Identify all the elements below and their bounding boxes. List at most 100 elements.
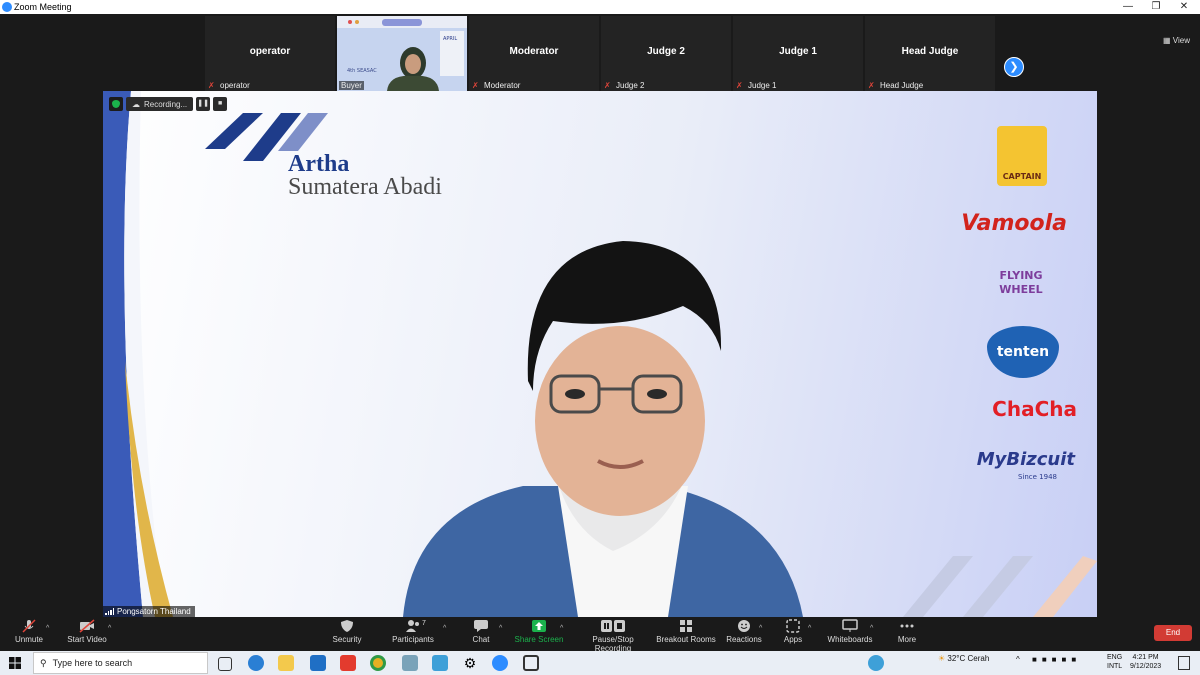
file-explorer-icon[interactable]: [278, 655, 294, 671]
participant-label: Judge 1: [748, 81, 777, 90]
recording-status: ☁ Recording...: [126, 97, 194, 111]
smiley-icon: [738, 620, 750, 632]
participant-label: operator: [220, 81, 250, 90]
close-button[interactable]: ✕: [1171, 0, 1197, 14]
zoom-app-icon[interactable]: [492, 655, 508, 671]
chat-options-caret[interactable]: ^: [499, 625, 502, 632]
task-view-icon[interactable]: [218, 657, 232, 671]
chat-label: Chat: [472, 635, 490, 644]
speaker-name: Pongsatorn Thailand: [117, 607, 191, 616]
participant-tile-judge-2[interactable]: Judge 2 ✗ Judge 2: [601, 16, 731, 91]
grid-icon: ▦: [1163, 36, 1171, 45]
participant-tile-moderator[interactable]: Moderator ✗ Moderator: [469, 16, 599, 91]
share-screen-button[interactable]: Share Screen: [514, 619, 564, 644]
video-off-icon: [79, 619, 95, 633]
svg-text:4th SEASAC: 4th SEASAC: [347, 68, 377, 74]
lang-secondary: INTL: [1107, 663, 1123, 670]
breakout-rooms-icon: [680, 620, 692, 632]
participants-icon: [406, 620, 419, 632]
title-bar: Zoom Meeting — ❐ ✕: [0, 0, 1200, 14]
share-options-caret[interactable]: ^: [560, 625, 563, 632]
apps-button[interactable]: Apps: [780, 619, 806, 644]
search-icon: ⚲: [40, 657, 47, 668]
whiteboard-icon: [842, 619, 858, 632]
whiteboards-options-caret[interactable]: ^: [870, 625, 873, 632]
input-language[interactable]: ENG INTL: [1107, 653, 1122, 671]
next-page-button[interactable]: ❯: [1004, 57, 1024, 77]
view-button[interactable]: ▦ View: [1163, 36, 1190, 45]
more-dots-icon: [900, 624, 914, 628]
search-placeholder: Type here to search: [52, 658, 133, 668]
apps-options-caret[interactable]: ^: [808, 625, 811, 632]
video-options-caret[interactable]: ^: [108, 625, 111, 632]
stop-recording-button[interactable]: ■: [213, 97, 228, 111]
signal-strength-icon: [105, 608, 114, 615]
app-icon[interactable]: [402, 655, 418, 671]
weather-widget[interactable]: ☀ 32°C Cerah: [938, 654, 989, 663]
chevron-right-icon: ❯: [1009, 61, 1019, 73]
settings-gear-icon[interactable]: ⚙: [462, 655, 478, 671]
clock[interactable]: 4:21 PM 9/12/2023: [1130, 653, 1161, 671]
whiteboards-button[interactable]: Whiteboards: [826, 619, 874, 644]
wps-office-icon[interactable]: [340, 655, 356, 671]
mail-icon[interactable]: [310, 655, 326, 671]
taskbar-search[interactable]: ⚲ Type here to search: [33, 652, 208, 674]
participant-tile-operator[interactable]: operator ✗ operator: [205, 16, 335, 91]
maximize-button[interactable]: ❐: [1143, 0, 1169, 14]
unmute-button[interactable]: Unmute: [10, 619, 48, 644]
pause-recording-button[interactable]: ❚❚: [196, 97, 211, 111]
weather-text: 32°C Cerah: [947, 654, 990, 663]
recording-label: Recording...: [144, 99, 188, 109]
windows-start-icon[interactable]: [9, 657, 21, 669]
participants-options-caret[interactable]: ^: [443, 625, 446, 632]
reactions-label: Reactions: [726, 635, 762, 644]
participant-tile-judge-1[interactable]: Judge 1 ✗ Judge 1: [733, 16, 863, 91]
chrome-icon[interactable]: [370, 655, 386, 671]
pause-stop-recording-button[interactable]: Pause/Stop Recording: [574, 619, 652, 653]
notifications-icon[interactable]: [1178, 656, 1190, 670]
participants-button[interactable]: Participants: [390, 619, 436, 644]
participant-label: Judge 2: [616, 81, 645, 90]
participant-label: Head Judge: [880, 81, 924, 90]
more-button[interactable]: More: [894, 619, 920, 644]
meeting-toolbar: Unmute ^ Start Video ^ Security Particip…: [0, 617, 1200, 653]
cloud-icon: ☁: [132, 99, 140, 109]
mic-muted-icon: ✗: [868, 81, 875, 90]
breakout-rooms-button[interactable]: Breakout Rooms: [656, 619, 716, 644]
participant-tile-buyer[interactable]: 4th SEASAC APRIL Buyer: [337, 16, 467, 91]
share-screen-label: Share Screen: [514, 635, 564, 644]
start-video-button[interactable]: Start Video: [62, 619, 112, 644]
apps-icon: [786, 619, 800, 633]
svg-text:APRIL: APRIL: [443, 36, 457, 42]
participant-name: Judge 1: [779, 46, 817, 57]
app-icon[interactable]: [432, 655, 448, 671]
company-name-line2: Sumatera Abadi: [288, 174, 442, 200]
end-meeting-button[interactable]: End: [1154, 625, 1192, 641]
windows-taskbar: ⚲ Type here to search ⚙ ☀ 32°C Cerah ^ ■…: [0, 651, 1200, 675]
security-button[interactable]: Security: [328, 619, 366, 644]
speaker-name-tag: Pongsatorn Thailand: [103, 606, 195, 617]
chat-button[interactable]: Chat: [468, 619, 494, 644]
pause-icon: ❚❚: [197, 100, 209, 107]
brand-subtext: Since 1948: [1017, 473, 1057, 481]
brand-logo: Vamoola: [961, 211, 1067, 236]
tray-icons[interactable]: ■■■■■: [1032, 655, 1081, 664]
snipping-tool-icon[interactable]: [523, 655, 539, 671]
participant-name: Moderator: [509, 46, 559, 57]
edge-browser-icon[interactable]: [248, 655, 264, 671]
audio-options-caret[interactable]: ^: [46, 625, 49, 632]
breakout-rooms-label: Breakout Rooms: [656, 635, 716, 644]
security-label: Security: [332, 635, 362, 644]
stop-icon: ■: [218, 100, 223, 107]
minimize-button[interactable]: —: [1115, 0, 1141, 14]
pause-stop-icon: [601, 620, 625, 632]
brand-logo: MyBizcuit: [976, 449, 1075, 470]
encryption-shield-icon: [109, 97, 123, 111]
participant-label: Moderator: [484, 81, 521, 90]
tray-chevron-up-icon[interactable]: ^: [1016, 655, 1020, 664]
mic-muted-icon: ✗: [208, 81, 215, 90]
help-icon[interactable]: [868, 655, 884, 671]
participant-tile-head-judge[interactable]: Head Judge ✗ Head Judge: [865, 16, 995, 91]
reactions-button[interactable]: Reactions: [724, 619, 764, 644]
reactions-options-caret[interactable]: ^: [759, 625, 762, 632]
